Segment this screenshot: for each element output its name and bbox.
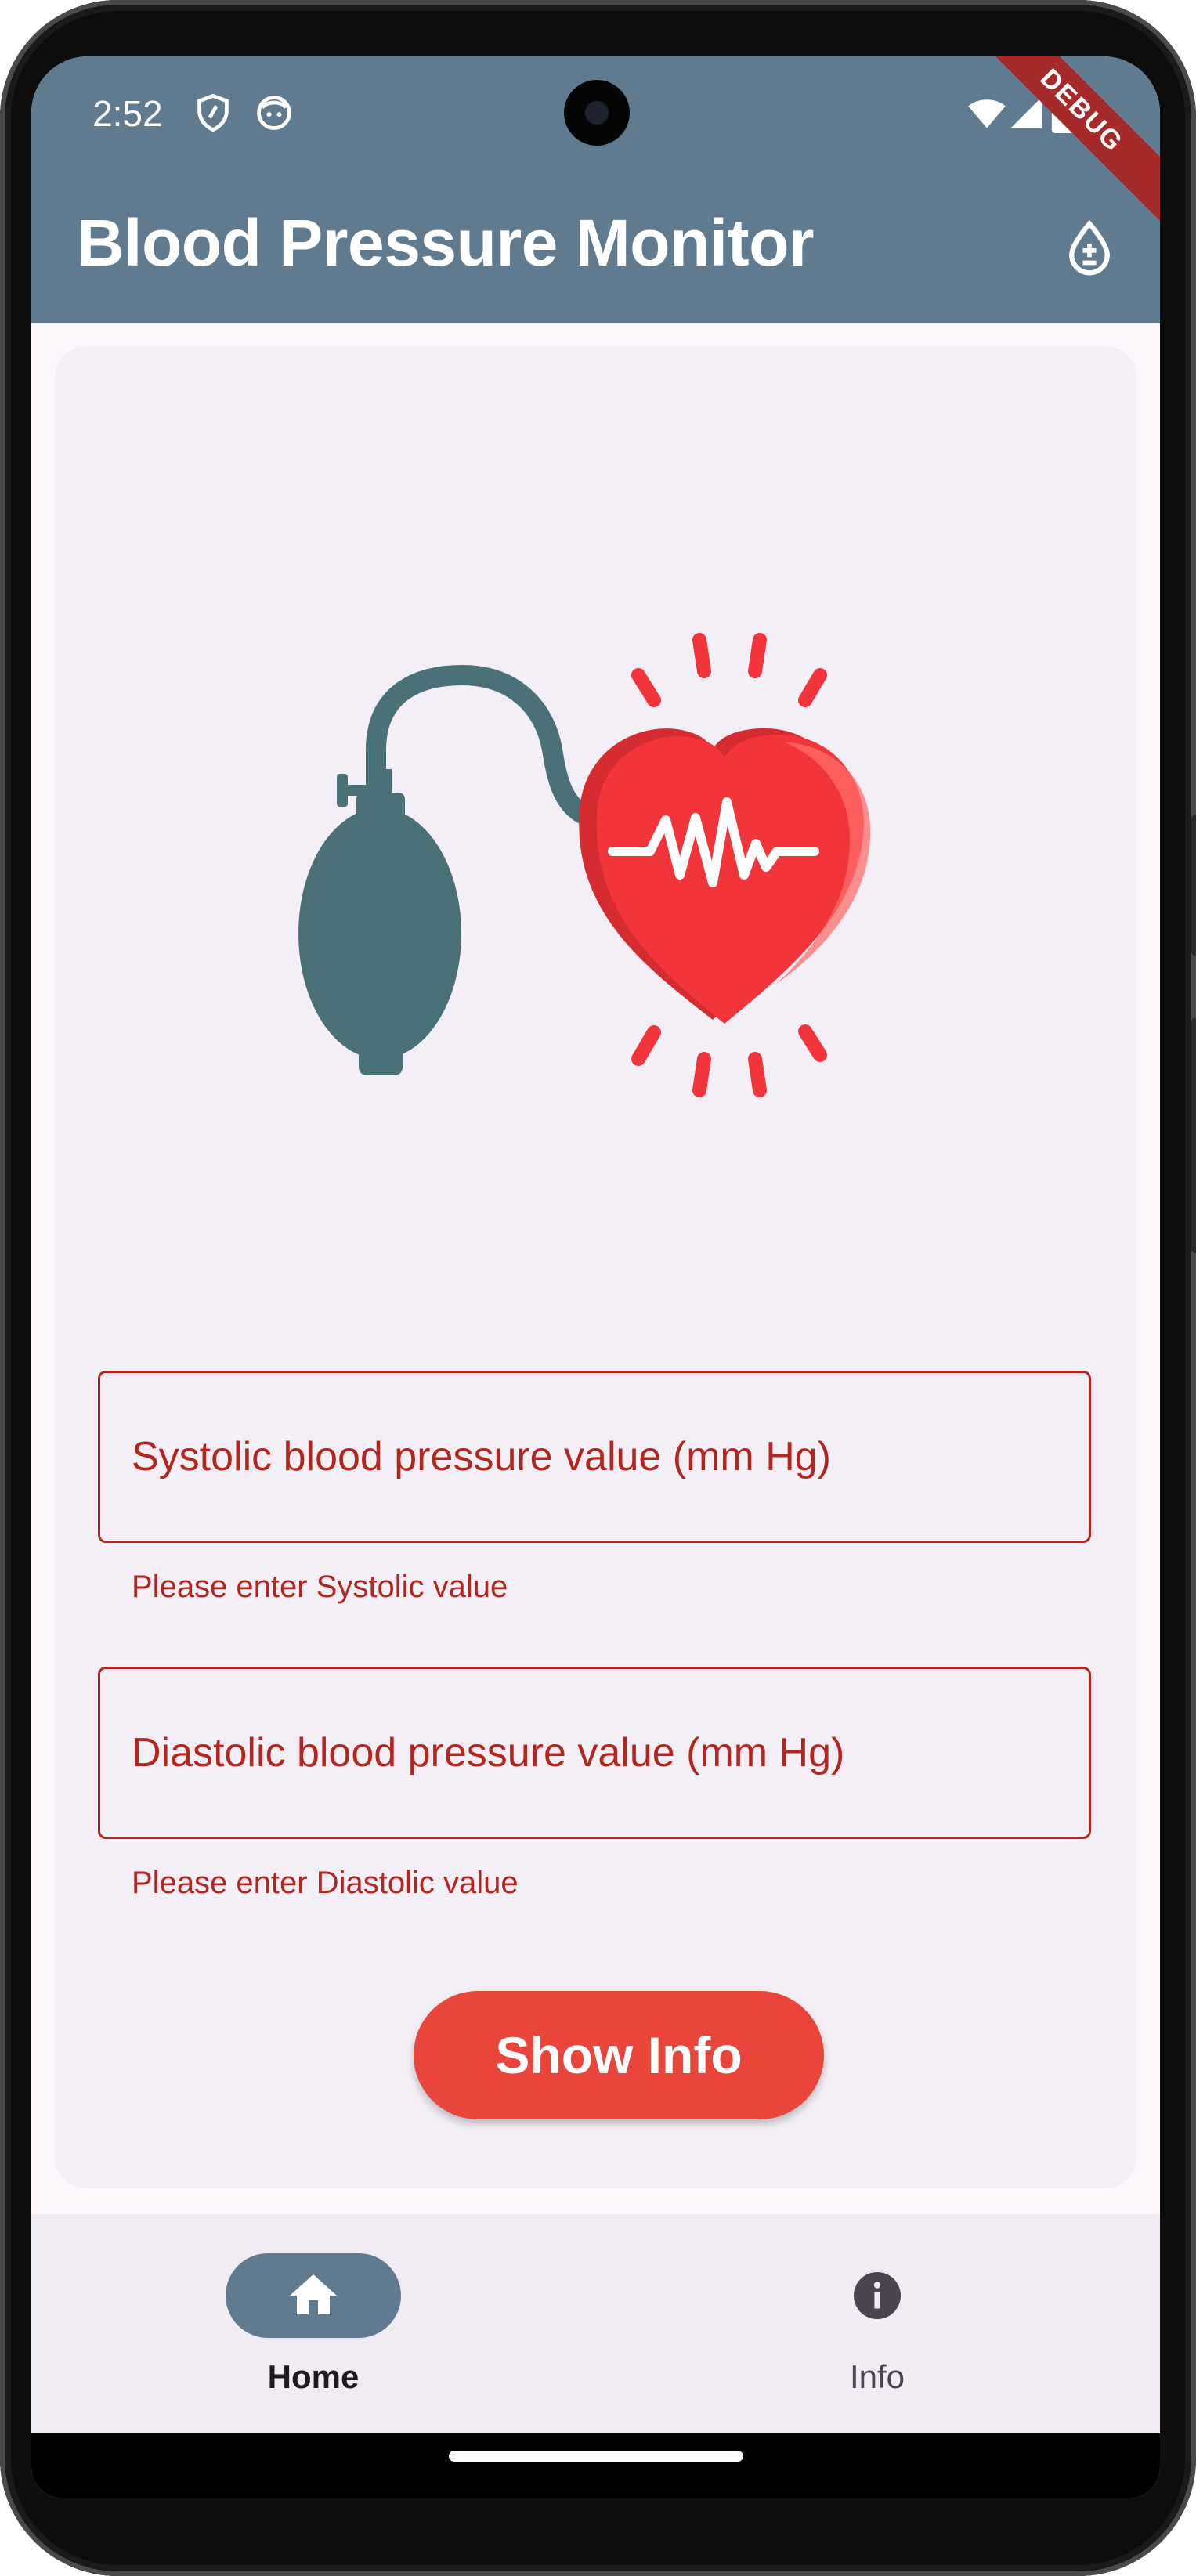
front-camera: [564, 80, 630, 146]
nav-label-info: Info: [849, 2358, 905, 2395]
home-icon: [290, 2274, 337, 2314]
info-icon: [854, 2272, 901, 2319]
status-time: 2:52: [92, 93, 163, 134]
blood-drop-plus-minus-icon[interactable]: [1062, 219, 1117, 277]
gesture-navigation-area: [31, 2433, 1160, 2498]
bottom-navigation: Home Info: [31, 2214, 1160, 2433]
volume-button: [1191, 1018, 1196, 1253]
systolic-field[interactable]: [98, 1371, 1091, 1543]
page-title: Blood Pressure Monitor: [77, 206, 815, 280]
blood-pressure-illustration: [298, 633, 871, 1097]
diastolic-input[interactable]: [100, 1669, 1089, 1837]
systolic-input[interactable]: [100, 1373, 1089, 1541]
form-card: Please enter Systolic value Please enter…: [55, 346, 1136, 2188]
power-button: [1191, 815, 1196, 956]
gesture-handle[interactable]: [449, 2451, 743, 2462]
diastolic-error-text: Please enter Diastolic value: [132, 1866, 519, 1900]
face-icon: [257, 96, 291, 130]
debug-banner: DEBUG: [971, 56, 1160, 221]
nav-label-home: Home: [267, 2358, 360, 2395]
systolic-error-text: Please enter Systolic value: [132, 1570, 508, 1604]
wifi-icon: [968, 99, 1006, 128]
nav-item-info[interactable]: Info: [721, 2214, 1034, 2433]
app-bar: 2:52 DEBUG Blood Pressure Monitor: [31, 56, 1160, 323]
diastolic-field[interactable]: [98, 1667, 1091, 1839]
shield-icon: [197, 93, 229, 132]
show-info-button[interactable]: Show Info: [414, 1991, 824, 2119]
nav-item-home[interactable]: Home: [157, 2214, 470, 2433]
screen: 2:52 DEBUG Blood Pressure Monitor Systol…: [31, 56, 1160, 2498]
